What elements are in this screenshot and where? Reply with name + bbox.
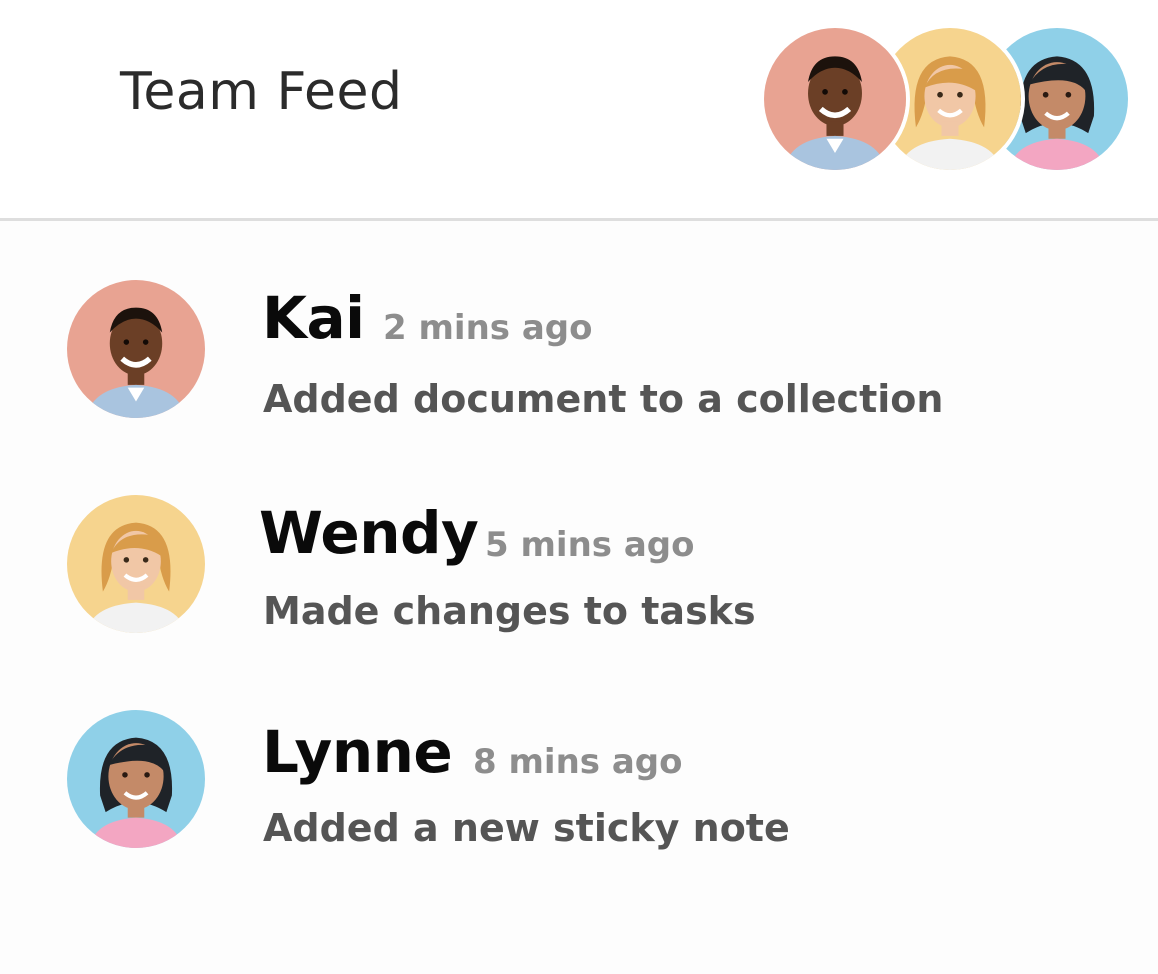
feed-timestamp: 8 mins ago	[473, 742, 683, 782]
avatar-kai[interactable]	[760, 24, 910, 174]
team-avatar-stack[interactable]	[760, 24, 1132, 176]
avatar-kai[interactable]	[67, 280, 205, 418]
page-title: Team Feed	[120, 62, 403, 122]
feed-timestamp: 2 mins ago	[383, 308, 593, 348]
feed-action-text: Added a new sticky note	[263, 806, 790, 850]
feed-user-name[interactable]: Kai	[262, 284, 365, 352]
feed-user-name[interactable]: Lynne	[262, 718, 453, 786]
avatar-wendy[interactable]	[67, 495, 205, 633]
feed-action-text: Made changes to tasks	[263, 589, 756, 633]
feed-header: Team Feed	[0, 0, 1158, 221]
avatar-lynne[interactable]	[67, 710, 205, 848]
feed-timestamp: 5 mins ago	[485, 525, 695, 565]
feed-user-name[interactable]: Wendy	[259, 499, 479, 567]
feed-action-text: Added document to a collection	[263, 377, 944, 421]
